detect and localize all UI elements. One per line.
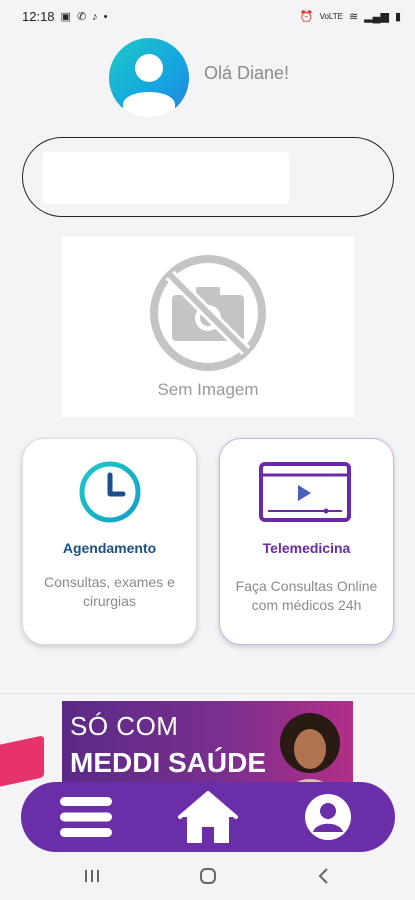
no-camera-icon bbox=[150, 255, 266, 371]
banner-person-image bbox=[280, 713, 340, 783]
image-icon: ▣ bbox=[60, 11, 71, 23]
recent-apps-icon bbox=[85, 870, 99, 882]
wifi-icon: ≋ bbox=[349, 11, 359, 23]
system-home-button[interactable] bbox=[178, 852, 238, 900]
search-input[interactable] bbox=[43, 152, 289, 204]
menu-button[interactable] bbox=[51, 782, 121, 852]
card-telemedicina-title: Telemedicina bbox=[262, 540, 351, 556]
home-icon bbox=[178, 791, 238, 843]
profile-icon bbox=[305, 794, 351, 840]
card-agendamento[interactable]: Agendamento Consultas, exames e cirurgia… bbox=[22, 438, 197, 645]
banner-line2: MEDDI SAÚDE bbox=[70, 747, 267, 778]
back-icon bbox=[318, 868, 328, 884]
video-play-icon bbox=[259, 462, 351, 522]
card-telemedicina-description: Faça Consultas Online com médicos 24h bbox=[235, 578, 378, 613]
home-circle-icon bbox=[200, 868, 216, 884]
image-placeholder: Sem Imagem bbox=[62, 237, 354, 417]
clock-icon bbox=[79, 461, 141, 523]
banner-card-decoration bbox=[0, 735, 44, 787]
menu-icon bbox=[60, 797, 112, 837]
home-button[interactable] bbox=[173, 782, 243, 852]
battery-icon: ▮ bbox=[394, 11, 401, 23]
bottom-nav bbox=[21, 782, 395, 852]
system-nav-bar bbox=[0, 852, 415, 900]
greeting-text: Olá Diane! bbox=[204, 63, 290, 83]
user-icon bbox=[123, 54, 175, 118]
card-telemedicina[interactable]: Telemedicina Faça Consultas Online com m… bbox=[219, 438, 394, 645]
promo-banner[interactable]: SÓ COM MEDDI SAÚDE bbox=[62, 701, 353, 783]
banner-line1: SÓ COM bbox=[70, 711, 179, 741]
card-agendamento-description: Consultas, exames e cirurgias bbox=[44, 574, 175, 609]
avatar[interactable] bbox=[109, 38, 189, 118]
status-bar: 12:18 ▣ ✆ ♪ • ⏰ VoLTE ≋ ▂▄▆ ▮ bbox=[0, 0, 415, 33]
recent-apps-button[interactable] bbox=[62, 852, 122, 900]
profile-button[interactable] bbox=[293, 782, 363, 852]
status-time: 12:18 bbox=[22, 9, 55, 24]
divider bbox=[0, 693, 415, 694]
back-button[interactable] bbox=[294, 852, 354, 900]
search-bar[interactable] bbox=[22, 137, 394, 217]
card-agendamento-title: Agendamento bbox=[62, 540, 157, 556]
no-image-label: Sem Imagem bbox=[157, 380, 259, 399]
dot-icon: • bbox=[103, 10, 108, 23]
volte-icon: VoLTE bbox=[319, 12, 343, 21]
whatsapp-icon: ✆ bbox=[76, 11, 87, 23]
alarm-icon: ⏰ bbox=[299, 11, 314, 23]
bell-icon: ♪ bbox=[92, 10, 98, 23]
signal-icon: ▂▄▆ bbox=[364, 11, 389, 23]
